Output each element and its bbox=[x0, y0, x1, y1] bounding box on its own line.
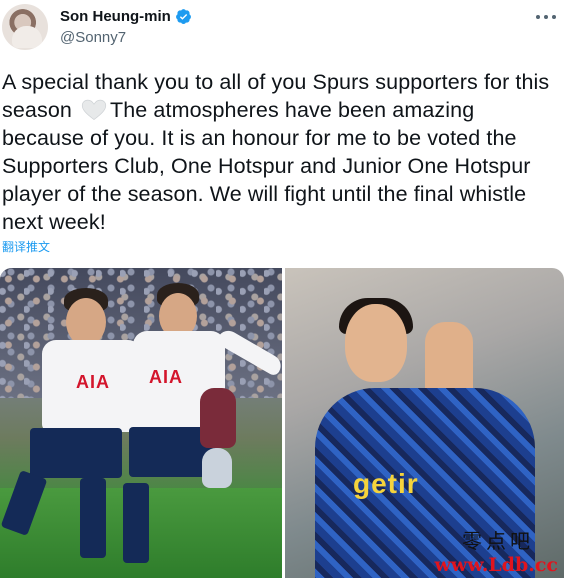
shirt-sponsor-1: AIA bbox=[76, 372, 110, 392]
more-options-icon[interactable] bbox=[536, 10, 556, 24]
author-handle[interactable]: @Sonny7 bbox=[60, 29, 126, 46]
player-shorts bbox=[30, 428, 122, 478]
more-dot bbox=[536, 15, 540, 19]
tweet-text: A special thank you to all of you Spurs … bbox=[2, 68, 560, 236]
opponent-shirt bbox=[200, 388, 236, 448]
watermark-site-url: www.Ldb.cc bbox=[434, 554, 558, 576]
player-sock bbox=[123, 483, 149, 563]
photo-applause[interactable]: getir 零点吧 www.Ldb.cc bbox=[285, 268, 564, 578]
player-head bbox=[345, 304, 407, 382]
author-name-row[interactable]: Son Heung-min bbox=[60, 8, 192, 25]
watermark-site-name: 零点吧 bbox=[462, 529, 534, 553]
tweet-media-grid: AIA AIA getir 零点吧 www.Ldb.cc bbox=[0, 268, 564, 578]
player-arm bbox=[215, 326, 282, 378]
player-sock bbox=[80, 478, 106, 558]
player-head bbox=[66, 298, 106, 346]
opponent-player bbox=[196, 378, 246, 528]
author-name[interactable]: Son Heung-min bbox=[60, 8, 171, 25]
opponent-shorts bbox=[202, 448, 232, 488]
white-heart-icon bbox=[81, 99, 107, 120]
photo-celebration[interactable]: AIA AIA bbox=[0, 268, 282, 578]
shirt-sponsor-2: AIA bbox=[149, 367, 183, 387]
verified-badge-icon bbox=[175, 9, 191, 25]
translate-tweet-link[interactable]: 翻译推文 bbox=[2, 238, 50, 255]
avatar-figure bbox=[12, 26, 42, 48]
more-dot bbox=[552, 15, 556, 19]
author-avatar[interactable] bbox=[2, 4, 48, 50]
jacket-sponsor: getir bbox=[353, 468, 419, 499]
more-dot bbox=[544, 15, 548, 19]
player-son: AIA bbox=[115, 283, 282, 573]
